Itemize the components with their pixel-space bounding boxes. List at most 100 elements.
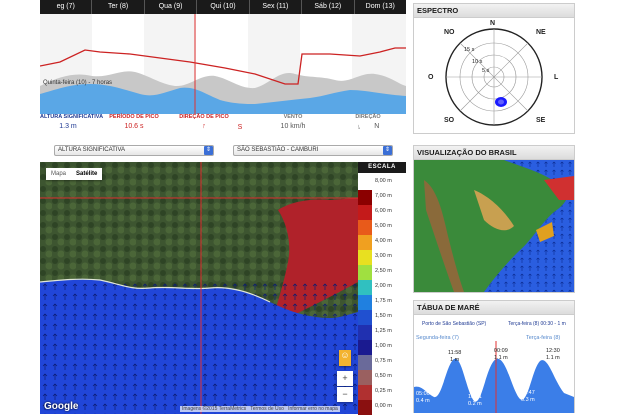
map-type-tabs: Mapa Satélite [46, 168, 103, 180]
tide-point: 06:47 0.3 m [521, 390, 535, 403]
brazil-title: VISUALIZAÇÃO DO BRASIL [414, 146, 574, 160]
metric-label: ALTURA SIGNIFICATIVA [40, 114, 104, 120]
metric-label: VENTO [283, 114, 303, 120]
tide-point: 05:00 0.4 m [416, 391, 430, 404]
day-tab[interactable]: Sáb (12) [302, 0, 355, 14]
metric-value: 10.6 s [124, 123, 144, 130]
tide-point: 11:58 1 m [448, 350, 462, 363]
satellite-tab[interactable]: Satélite [71, 168, 102, 180]
dir-so: SO [444, 117, 455, 124]
scale-swatch [358, 205, 372, 220]
metric-wind-direction: DIREÇÃO ↑ N [330, 114, 406, 130]
scale-swatch [358, 325, 372, 340]
dir-se: SE [536, 117, 546, 124]
dir-l: L [554, 74, 559, 81]
metric-value: N [374, 123, 380, 130]
day-tab[interactable]: Dom (13) [355, 0, 406, 14]
chevron-down-icon: ⇕ [204, 146, 213, 155]
scale-entry: 0,25 m [358, 385, 406, 401]
tide-point: 12:30 1.1 m [546, 348, 560, 361]
tide-title: TÁBUA DE MARÉ [414, 301, 574, 315]
location-select-value: SÃO SEBASTIÃO - CAMBURI [237, 147, 319, 153]
scale-label: 5,00 m [375, 223, 392, 229]
scale-label: 1,75 m [375, 298, 392, 304]
scale-label: 1,50 m [375, 313, 392, 319]
location-select[interactable]: SÃO SEBASTIÃO - CAMBURI ⇕ [233, 145, 393, 156]
report-error-link[interactable]: Informar erro no mapa [288, 406, 338, 412]
scale-entry: 3,00 m [358, 250, 406, 266]
variable-select-value: ALTURA SIGNIFICATIVA [58, 147, 126, 153]
scale-swatch [358, 385, 372, 400]
metric-value: S [237, 124, 243, 131]
day-tabs: eg (7) Ter (8) Qua (9) Qui (10) Sex (11)… [40, 0, 406, 14]
scale-swatch [358, 310, 372, 325]
zoom-out-button[interactable]: − [337, 387, 353, 402]
scale-entry: 1,50 m [358, 310, 406, 326]
brazil-wave-map[interactable] [414, 160, 574, 292]
zoom-in-button[interactable]: + [337, 371, 353, 386]
scale-swatch [358, 370, 372, 385]
scale-label: 3,00 m [375, 253, 392, 259]
ring-label: 10 s [472, 59, 483, 65]
scale-swatch [358, 190, 372, 205]
scale-swatch [358, 235, 372, 250]
tide-curve [414, 358, 574, 413]
tide-now: Terça-feira (8) 00:30 - 1 m [508, 321, 566, 327]
map-attribution: Imagens ©2015 TerraMetrics Termos de Uso… [180, 406, 340, 412]
spectrum-title: ESPECTRO [414, 4, 574, 18]
scale-swatch [358, 295, 372, 310]
metric-value: 10 km/h [280, 123, 306, 130]
scale-entry: 0,75 m [358, 355, 406, 371]
wind-direction-arrow-icon: ↑ [356, 122, 361, 131]
ring-label: 15 s [464, 47, 475, 53]
variable-select[interactable]: ALTURA SIGNIFICATIVA ⇕ [54, 145, 214, 156]
day-tab[interactable]: Qua (9) [145, 0, 198, 14]
scale-label: 6,00 m [375, 208, 392, 214]
wave-direction-arrow-icon: ↑ [201, 122, 207, 131]
map-tab[interactable]: Mapa [46, 168, 71, 180]
metric-value: 1.3 m [59, 123, 77, 130]
google-logo: Google [44, 401, 79, 412]
metric-wave-height: ALTURA SIGNIFICATIVA 1.3 m [40, 114, 104, 130]
scale-label: 4,00 m [375, 238, 392, 244]
scale-swatch [358, 175, 372, 190]
metric-wind: VENTO 10 km/h [265, 114, 321, 130]
tide-port: Porto de São Sebastião (SP) [422, 321, 487, 327]
metric-label: DIREÇÃO [355, 114, 381, 120]
day-tab[interactable]: Qui (10) [197, 0, 250, 14]
scale-entry: 0,00 m [358, 400, 406, 415]
day-tab[interactable]: Ter (8) [92, 0, 145, 14]
scale-entry: 4,00 m [358, 235, 406, 251]
scale-label: 1,25 m [375, 328, 392, 334]
dir-n: N [490, 20, 496, 27]
dir-no: NO [444, 29, 455, 36]
scale-entry: 1,00 m [358, 340, 406, 356]
brazil-panel: VISUALIZAÇÃO DO BRASIL [413, 145, 575, 293]
street-view-pegman-icon[interactable]: ☺ [339, 350, 351, 366]
scale-label: 0,00 m [375, 403, 392, 409]
tide-point: 00:09 1.1 m [494, 348, 508, 361]
terms-link[interactable]: Termos de Uso [250, 406, 284, 412]
scale-entry: 6,00 m [358, 205, 406, 221]
wave-direction-arrows [40, 280, 358, 414]
scale-entry: 2,50 m [358, 265, 406, 281]
scale-entry: 1,75 m [358, 295, 406, 311]
day-tab[interactable]: Sex (11) [250, 0, 303, 14]
spectrum-panel: ESPECTRO N NE L SE SO O NO 15 s 10 s 5 s [413, 3, 575, 134]
scale-entry: 0,50 m [358, 370, 406, 386]
scale-label: 0,75 m [375, 358, 392, 364]
scale-entry: 1,25 m [358, 325, 406, 341]
metrics-bar: ALTURA SIGNIFICATIVA 1.3 m PERÍODO DE PI… [40, 114, 406, 136]
scale-label: 1,00 m [375, 343, 392, 349]
day-tab[interactable]: eg (7) [40, 0, 93, 14]
cursor-time-label: Quinta-feira (10) - 7 horas [43, 80, 113, 86]
scale-title: ESCALA [358, 162, 406, 173]
scale-label: 0,50 m [375, 373, 392, 379]
scale-label: 8,00 m [375, 178, 392, 184]
metric-label: PERÍODO DE PICO [109, 114, 159, 120]
scale-swatch [358, 265, 372, 280]
forecast-timeline-chart[interactable] [40, 14, 406, 114]
dir-o: O [428, 74, 434, 81]
chevron-down-icon: ⇕ [383, 146, 392, 155]
satellite-map[interactable] [40, 162, 358, 414]
